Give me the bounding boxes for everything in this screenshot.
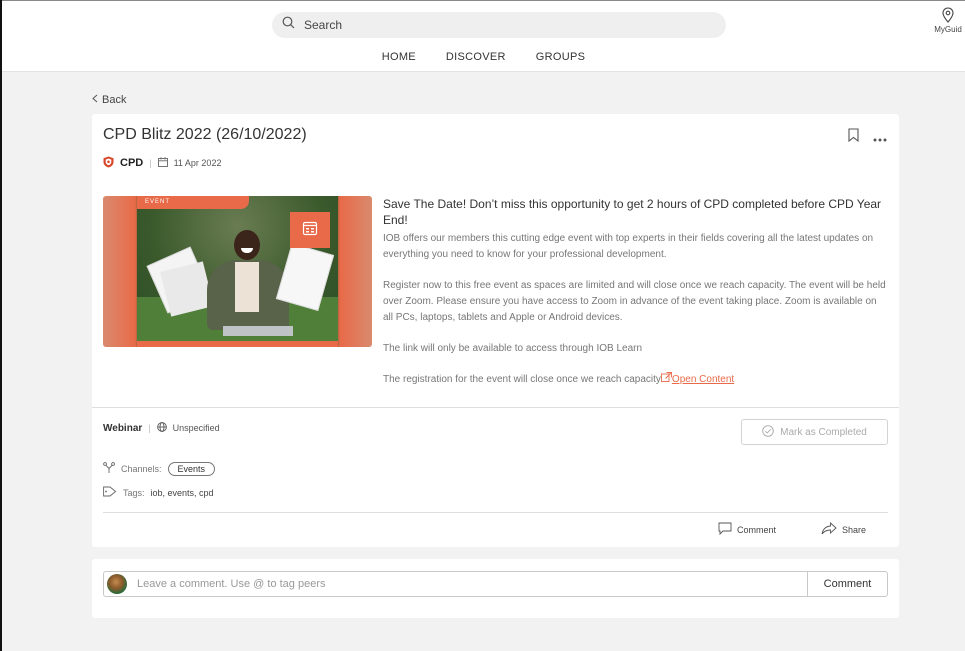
comment-box: Leave a comment. Use @ to tag peers Comm… <box>103 571 888 597</box>
comment-action[interactable]: Comment <box>718 522 776 537</box>
description-paragraph: Register now to this free event as space… <box>383 280 886 323</box>
nav-groups[interactable]: GROUPS <box>536 51 585 63</box>
more-options-icon[interactable] <box>873 129 887 147</box>
meta-separator: | <box>149 158 152 168</box>
share-icon <box>821 521 837 537</box>
nav-home[interactable]: HOME <box>382 51 416 63</box>
content-meta: CPD | 11 Apr 2022 <box>103 156 221 170</box>
share-action-label: Share <box>842 524 867 535</box>
calendar-icon <box>157 157 168 169</box>
format-info: Webinar | Unspecified <box>103 422 220 434</box>
top-bar: Search HOME DISCOVER GROUPS MyGuid <box>2 1 965 72</box>
event-calendar-badge <box>290 212 330 248</box>
channel-chip[interactable]: Events <box>167 462 216 476</box>
registration-note: The registration for the event will clos… <box>383 374 661 385</box>
photo-person-shirt <box>235 262 259 312</box>
content-title: CPD Blitz 2022 (26/10/2022) <box>103 126 307 143</box>
card-actions <box>848 128 887 147</box>
description-paragraph: The link will only be available to acces… <box>383 343 643 354</box>
description-lead: Save The Date! Don’t miss this opportuni… <box>383 197 882 227</box>
location-pin-icon <box>942 7 954 25</box>
event-tag: EVENT <box>137 196 249 209</box>
bookmark-icon[interactable] <box>848 128 859 147</box>
description-paragraph: IOB offers our members this cutting edge… <box>383 233 874 260</box>
back-link[interactable]: Back <box>92 94 126 106</box>
back-label: Back <box>102 94 127 106</box>
photo-laptop <box>223 326 293 336</box>
external-link-icon <box>660 372 672 385</box>
window-frame-left <box>0 0 2 651</box>
main-nav: HOME DISCOVER GROUPS <box>2 51 965 63</box>
comment-action-label: Comment <box>737 524 777 535</box>
format-separator: | <box>148 423 151 433</box>
comment-card: Leave a comment. Use @ to tag peers Comm… <box>92 559 899 618</box>
content-card: CPD Blitz 2022 (26/10/2022) CPD | 11 Apr… <box>92 114 899 547</box>
photo-orange-band <box>137 341 338 347</box>
shield-icon <box>103 156 114 170</box>
comment-icon <box>718 522 732 537</box>
tags-row: Tags: iob, events, cpd <box>103 486 214 499</box>
comment-input[interactable]: Leave a comment. Use @ to tag peers <box>137 578 807 590</box>
format-location: Unspecified <box>172 423 220 433</box>
search-icon <box>282 16 295 34</box>
event-calendar-icon <box>302 220 318 241</box>
channels-icon <box>103 462 115 476</box>
content-date: 11 Apr 2022 <box>173 158 222 168</box>
provider-label[interactable]: CPD <box>120 157 143 169</box>
myguide-button[interactable]: MyGuid <box>931 7 965 34</box>
share-action[interactable]: Share <box>821 521 867 537</box>
divider <box>103 512 888 513</box>
tags-values: iob, events, cpd <box>150 487 214 498</box>
event-thumbnail[interactable]: EVENT <box>103 196 372 347</box>
channels-row: Channels: Events <box>103 462 216 476</box>
chevron-left-icon <box>92 94 98 106</box>
avatar <box>107 574 127 594</box>
nav-discover[interactable]: DISCOVER <box>446 51 506 63</box>
channels-label: Channels: <box>121 464 162 474</box>
content-description: Save The Date! Don’t miss this opportuni… <box>383 196 889 388</box>
search-bar[interactable]: Search <box>272 12 726 38</box>
tag-icon <box>103 486 117 499</box>
open-content-link[interactable]: Open Content <box>672 374 734 385</box>
format-type: Webinar <box>103 422 143 434</box>
description-last-line: The registration for the event will clos… <box>383 372 889 388</box>
myguide-label: MyGuid <box>934 25 962 34</box>
check-circle-icon <box>762 424 774 440</box>
mark-completed-button[interactable]: Mark as Completed <box>741 419 888 445</box>
divider <box>92 407 899 408</box>
search-input[interactable]: Search <box>304 18 342 32</box>
comment-submit-button[interactable]: Comment <box>807 572 887 596</box>
mark-completed-label: Mark as Completed <box>780 426 867 438</box>
globe-icon <box>156 422 167 434</box>
tags-label: Tags: <box>123 487 145 498</box>
photo-person-head <box>234 230 260 260</box>
